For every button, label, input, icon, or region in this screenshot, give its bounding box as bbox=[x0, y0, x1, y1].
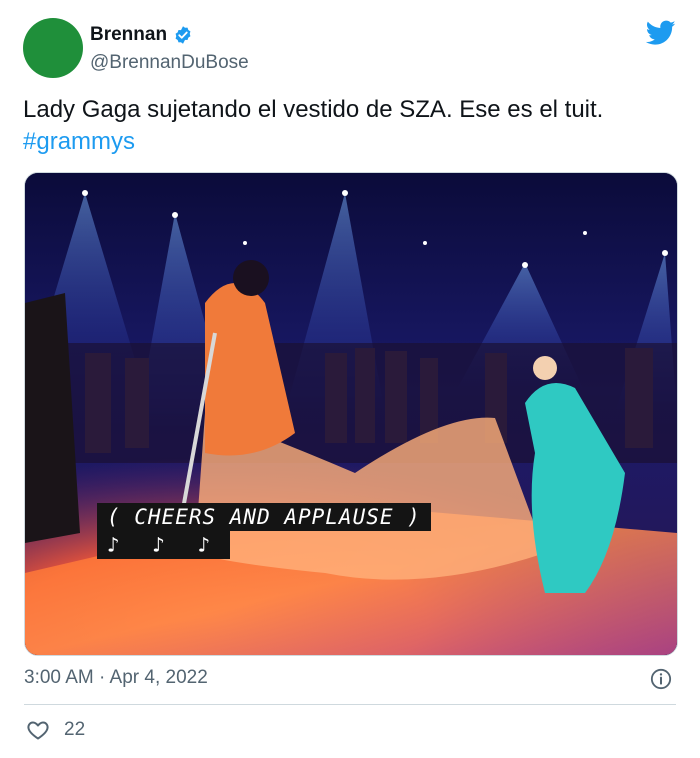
twitter-bird-icon[interactable] bbox=[646, 20, 676, 46]
author-name-row: Brennan bbox=[90, 24, 249, 46]
verified-badge-icon bbox=[175, 26, 191, 44]
like-action[interactable]: 22 bbox=[26, 718, 85, 742]
tweet-text: Lady Gaga sujetando el vestido de SZA. E… bbox=[23, 94, 673, 158]
closed-caption: ( CHEERS AND APPLAUSE ) ♪ ♪ ♪ bbox=[97, 503, 431, 559]
avatar[interactable] bbox=[23, 18, 83, 78]
author-handle[interactable]: @BrennanDuBose bbox=[90, 52, 249, 74]
caption-line-1: ( CHEERS AND APPLAUSE ) bbox=[97, 503, 431, 531]
tweet-media-image[interactable]: ( CHEERS AND APPLAUSE ) ♪ ♪ ♪ bbox=[24, 172, 678, 656]
tweet-card: Brennan @BrennanDuBose Lady Gaga sujetan… bbox=[0, 0, 700, 758]
like-count: 22 bbox=[64, 719, 86, 740]
author-name[interactable]: Brennan bbox=[90, 24, 167, 46]
grammys-stage-photo bbox=[25, 173, 677, 655]
hashtag-link[interactable]: #grammys bbox=[23, 128, 135, 155]
divider bbox=[24, 704, 676, 705]
heart-icon[interactable] bbox=[26, 718, 50, 742]
author-block: Brennan @BrennanDuBose bbox=[90, 24, 249, 74]
caption-line-2: ♪ ♪ ♪ bbox=[97, 531, 231, 559]
tweet-body: Lady Gaga sujetando el vestido de SZA. E… bbox=[23, 96, 604, 123]
info-icon[interactable] bbox=[650, 668, 672, 690]
tweet-timestamp[interactable]: 3:00 AM · Apr 4, 2022 bbox=[24, 667, 208, 689]
